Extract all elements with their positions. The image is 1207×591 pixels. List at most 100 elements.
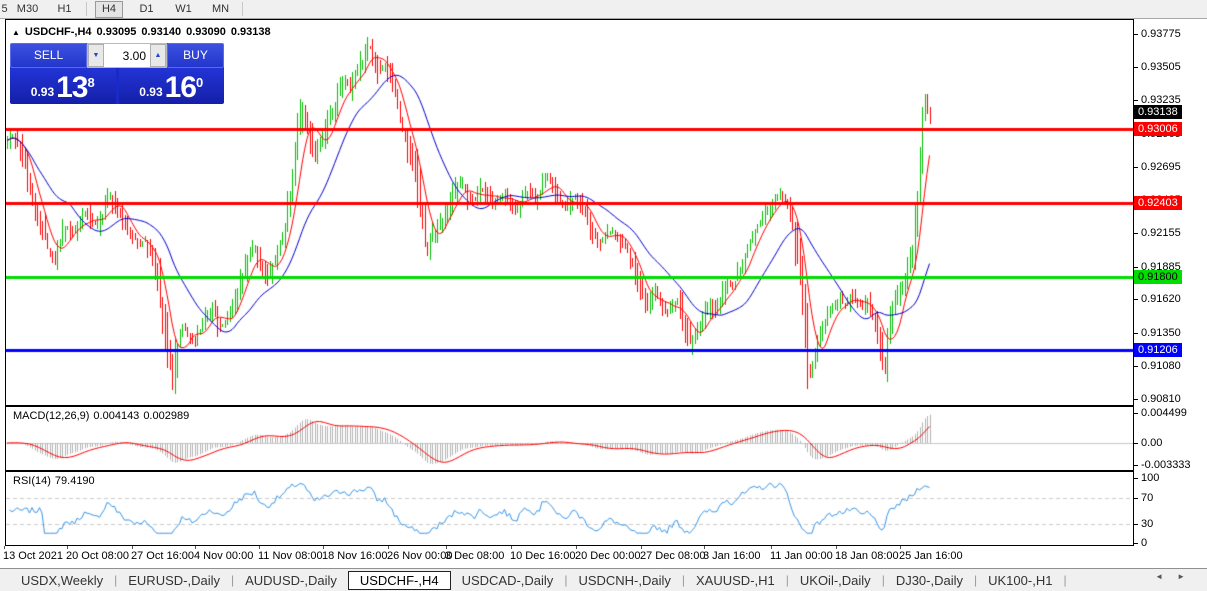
chart-tab-dj30-daily[interactable]: DJ30-,Daily bbox=[885, 571, 974, 590]
tab-scroll-right-icon[interactable]: ► bbox=[1177, 572, 1199, 581]
price-tick-dash bbox=[1134, 167, 1138, 168]
sell-price-main: 13 bbox=[56, 74, 87, 102]
date-label: 10 Dec 16:00 bbox=[510, 550, 575, 562]
price-tick-dash bbox=[1134, 34, 1138, 35]
macd-tick-label: 0.004499 bbox=[1141, 407, 1187, 419]
one-click-trade-panel: SELL ▼ ▲ BUY 0.93 13 8 0.93 16 0 bbox=[10, 43, 224, 104]
chart-header: ▲USDCHF-,H40.930950.931400.930900.93138 bbox=[12, 26, 276, 38]
price-tick-label: 0.93505 bbox=[1141, 61, 1181, 73]
macd-tick-label: 0.00 bbox=[1141, 437, 1162, 449]
timeframe-button-5[interactable]: 5 bbox=[0, 1, 9, 17]
volume-increase-button[interactable]: ▲ bbox=[150, 44, 166, 67]
rsi-tick-dash bbox=[1134, 478, 1138, 479]
chart-tab-audusd-daily[interactable]: AUDUSD-,Daily bbox=[234, 571, 348, 590]
volume-decrease-button[interactable]: ▼ bbox=[88, 44, 104, 67]
date-tick-mark bbox=[132, 546, 133, 549]
price-tick-dash bbox=[1134, 233, 1138, 234]
rsi-tick-dash bbox=[1134, 543, 1138, 544]
volume-stepper[interactable]: ▼ ▲ bbox=[87, 43, 167, 68]
chart-symbol-label: USDCHF-,H4 bbox=[25, 26, 92, 38]
one-click-trading-arrow[interactable]: ▲ bbox=[12, 28, 20, 37]
date-tick-mark bbox=[323, 546, 324, 549]
chart-tab-usdx-weekly[interactable]: USDX,Weekly bbox=[10, 571, 114, 590]
macd-label: MACD(12,26,9)0.0041430.002989 bbox=[13, 410, 193, 422]
price-badge: 0.91800 bbox=[1134, 270, 1182, 284]
buy-button[interactable]: BUY bbox=[167, 43, 224, 68]
rsi-tick-label: 70 bbox=[1141, 492, 1153, 504]
date-label: 18 Jan 08:00 bbox=[835, 550, 899, 562]
rsi-tick-label: 30 bbox=[1141, 518, 1153, 530]
macd-value-main: 0.004143 bbox=[93, 410, 139, 422]
timeframe-button-w1[interactable]: W1 bbox=[165, 1, 202, 17]
price-badge: 0.92403 bbox=[1134, 196, 1182, 210]
date-axis[interactable]: 13 Oct 202120 Oct 08:0027 Oct 16:004 Nov… bbox=[0, 546, 1207, 568]
sell-price-pip: 8 bbox=[88, 68, 95, 98]
price-tick-dash bbox=[1134, 399, 1138, 400]
macd-tick-dash bbox=[1134, 443, 1138, 444]
sell-price-display[interactable]: 0.93 13 8 bbox=[10, 68, 116, 104]
buy-price-main: 16 bbox=[165, 74, 196, 102]
ohlc-low: 0.93090 bbox=[186, 26, 226, 38]
ohlc-close: 0.93138 bbox=[231, 26, 271, 38]
date-tick-mark bbox=[704, 546, 705, 549]
macd-tick-dash bbox=[1134, 465, 1138, 466]
date-tick-mark bbox=[641, 546, 642, 549]
chart-tab-usdchf-h4[interactable]: USDCHF-,H4 bbox=[348, 571, 451, 590]
rsi-tick-dash bbox=[1134, 498, 1138, 499]
sell-price-prefix: 0.93 bbox=[31, 82, 54, 102]
buy-price-display[interactable]: 0.93 16 0 bbox=[119, 68, 225, 104]
date-tick-mark bbox=[900, 546, 901, 549]
date-label: 11 Jan 00:00 bbox=[770, 550, 833, 562]
timeframe-button-d1[interactable]: D1 bbox=[128, 1, 165, 17]
price-tick-label: 0.90810 bbox=[1141, 393, 1181, 405]
date-label: 26 Nov 00:00 bbox=[387, 550, 452, 562]
price-tick-label: 0.92155 bbox=[1141, 227, 1181, 239]
date-tick-mark bbox=[576, 546, 577, 549]
timeframe-button-h1[interactable]: H1 bbox=[46, 1, 83, 17]
price-tick-dash bbox=[1134, 299, 1138, 300]
toolbar-separator bbox=[86, 2, 87, 16]
chart-tab-usdcnh-daily[interactable]: USDCNH-,Daily bbox=[567, 571, 681, 590]
rsi-tick-label: 100 bbox=[1141, 472, 1159, 484]
rsi-label: RSI(14) 79.4190 bbox=[13, 475, 99, 487]
sell-button[interactable]: SELL bbox=[10, 43, 87, 68]
timeframe-toolbar: 5M30H1 H4 D1W1MN bbox=[0, 0, 1207, 19]
rsi-indicator-panel[interactable]: RSI(14) 79.4190 bbox=[5, 471, 1134, 546]
chart-tab-xauusd-h1[interactable]: XAUUSD-,H1 bbox=[685, 571, 786, 590]
date-label: 18 Nov 16:00 bbox=[322, 550, 387, 562]
price-tick-dash bbox=[1134, 67, 1138, 68]
volume-input[interactable] bbox=[104, 44, 150, 67]
date-tick-mark bbox=[388, 546, 389, 549]
date-tick-mark bbox=[836, 546, 837, 549]
macd-indicator-panel[interactable]: MACD(12,26,9)0.0041430.002989 bbox=[5, 406, 1134, 471]
timeframe-button-h4[interactable]: H4 bbox=[95, 1, 123, 18]
price-tick-dash bbox=[1134, 333, 1138, 334]
price-badge: 0.93138 bbox=[1134, 105, 1182, 119]
macd-value-signal: 0.002989 bbox=[143, 410, 189, 422]
rsi-value: 79.4190 bbox=[55, 475, 95, 487]
macd-tick-dash bbox=[1134, 413, 1138, 414]
chart-tab-eurusd-daily[interactable]: EURUSD-,Daily bbox=[117, 571, 231, 590]
price-tick-label: 0.91080 bbox=[1141, 360, 1181, 372]
chart-tab-ukoil-daily[interactable]: UKOil-,Daily bbox=[789, 571, 882, 590]
chart-tab-usdcad-daily[interactable]: USDCAD-,Daily bbox=[451, 571, 565, 590]
date-tick-mark bbox=[771, 546, 772, 549]
date-tick-mark bbox=[446, 546, 447, 549]
date-tick-mark bbox=[259, 546, 260, 549]
rsi-canvas[interactable] bbox=[6, 472, 1133, 545]
buy-price-pip: 0 bbox=[196, 68, 203, 98]
price-tick-label: 0.91620 bbox=[1141, 293, 1181, 305]
date-tick-mark bbox=[4, 546, 5, 549]
date-label: 27 Dec 08:00 bbox=[640, 550, 705, 562]
chart-tab-uk100-h1[interactable]: UK100-,H1 bbox=[977, 571, 1063, 590]
price-axis[interactable]: 0.937750.935050.932350.929650.926950.924… bbox=[1134, 19, 1207, 546]
timeframe-button-mn[interactable]: MN bbox=[202, 1, 239, 17]
tab-scroll-left-icon[interactable]: ◄ bbox=[1155, 572, 1177, 581]
ohlc-open: 0.93095 bbox=[97, 26, 137, 38]
timeframe-button-m30[interactable]: M30 bbox=[9, 1, 46, 17]
date-label: 3 Dec 08:00 bbox=[445, 550, 504, 562]
price-badge: 0.91206 bbox=[1134, 343, 1182, 357]
rsi-name: RSI(14) bbox=[13, 475, 51, 487]
date-label: 3 Jan 16:00 bbox=[703, 550, 761, 562]
date-tick-mark bbox=[195, 546, 196, 549]
